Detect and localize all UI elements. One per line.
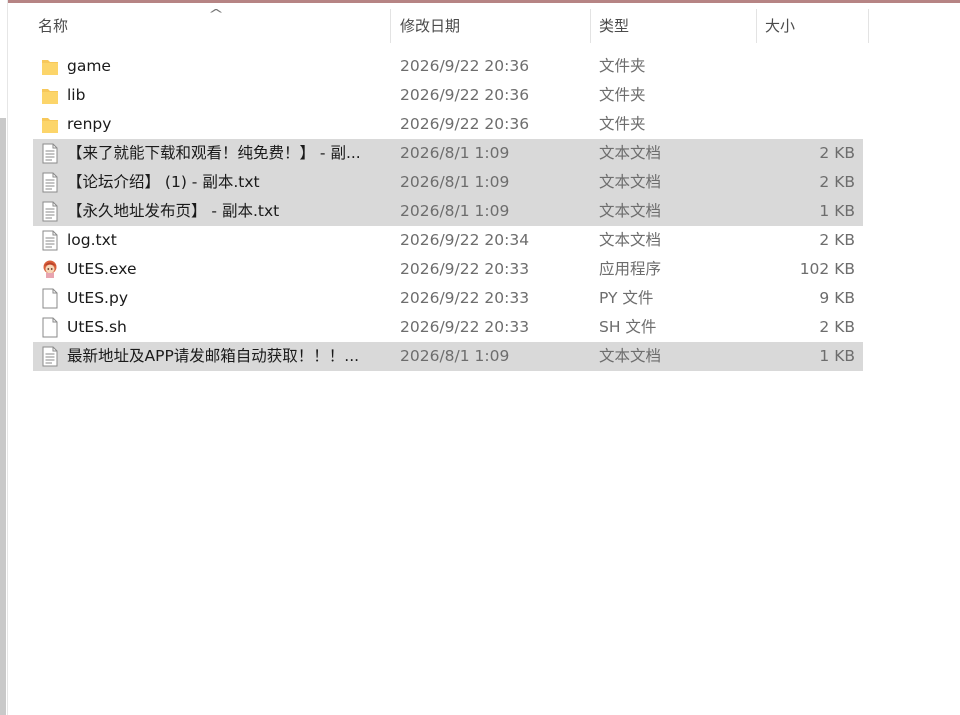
text-file-icon xyxy=(41,230,59,251)
column-header-name[interactable]: 名称 xyxy=(38,3,68,47)
navigation-scrollbar[interactable] xyxy=(0,118,6,715)
file-name: 【永久地址发布页】 - 副本.txt xyxy=(67,202,280,220)
file-name: UtES.sh xyxy=(67,318,127,336)
file-row[interactable]: 【来了就能下载和观看！纯免费！】 - 副... 2026/8/1 1:09 文本文档… xyxy=(33,139,863,168)
app-icon xyxy=(41,259,59,280)
folder-icon xyxy=(41,85,59,106)
file-size: 2 KB xyxy=(819,318,855,336)
file-modified-date: 2026/8/1 1:09 xyxy=(400,202,510,220)
file-size: 2 KB xyxy=(819,231,855,249)
file-size: 1 KB xyxy=(819,347,855,365)
file-row[interactable]: log.txt 2026/9/22 20:34 文本文档 2 KB xyxy=(33,226,863,255)
file-row[interactable]: UtES.py 2026/9/22 20:33 PY 文件 9 KB xyxy=(33,284,863,313)
file-modified-date: 2026/9/22 20:33 xyxy=(400,318,530,336)
text-file-icon xyxy=(41,201,59,222)
file-type: 应用程序 xyxy=(599,260,662,278)
column-header-bar: 名称 ^ 修改日期 类型 大小 xyxy=(7,3,960,47)
file-name: UtES.py xyxy=(67,289,128,307)
file-name: game xyxy=(67,57,111,75)
file-row[interactable]: UtES.exe 2026/9/22 20:33 应用程序 102 KB xyxy=(33,255,863,284)
file-size: 2 KB xyxy=(819,173,855,191)
column-header-size[interactable]: 大小 xyxy=(765,3,795,47)
file-modified-date: 2026/9/22 20:34 xyxy=(400,231,530,249)
file-name: 【来了就能下载和观看！纯免费！】 - 副... xyxy=(67,144,361,162)
file-modified-date: 2026/8/1 1:09 xyxy=(400,144,510,162)
file-type: 文件夹 xyxy=(599,86,646,104)
file-name: lib xyxy=(67,86,86,104)
file-row[interactable]: 最新地址及APP请发邮箱自动获取！！！... 2026/8/1 1:09 文本文档 1… xyxy=(33,342,863,371)
file-type: 文本文档 xyxy=(599,173,662,191)
file-type: 文本文档 xyxy=(599,202,662,220)
file-modified-date: 2026/9/22 20:33 xyxy=(400,289,530,307)
text-file-icon xyxy=(41,172,59,193)
file-modified-date: 2026/8/1 1:09 xyxy=(400,173,510,191)
file-row[interactable]: game 2026/9/22 20:36 文件夹 xyxy=(33,52,863,81)
file-name: 最新地址及APP请发邮箱自动获取！！！... xyxy=(67,347,360,365)
column-divider[interactable] xyxy=(590,9,591,43)
file-row[interactable]: lib 2026/9/22 20:36 文件夹 xyxy=(33,81,863,110)
file-row[interactable]: UtES.sh 2026/9/22 20:33 SH 文件 2 KB xyxy=(33,313,863,342)
file-modified-date: 2026/9/22 20:36 xyxy=(400,115,530,133)
text-file-icon xyxy=(41,143,59,164)
text-file-icon xyxy=(41,346,59,367)
file-type: 文本文档 xyxy=(599,231,662,249)
file-name: 【论坛介绍】 (1) - 副本.txt xyxy=(67,173,260,191)
folder-icon xyxy=(41,114,59,135)
file-name: log.txt xyxy=(67,231,117,249)
file-modified-date: 2026/9/22 20:36 xyxy=(400,86,530,104)
file-modified-date: 2026/9/22 20:36 xyxy=(400,57,530,75)
file-size: 1 KB xyxy=(819,202,855,220)
folder-icon xyxy=(41,56,59,77)
column-header-type[interactable]: 类型 xyxy=(599,3,629,47)
file-type: SH 文件 xyxy=(599,318,657,336)
sort-ascending-icon: ^ xyxy=(207,7,225,21)
column-header-size-label: 大小 xyxy=(765,16,796,35)
file-type: 文件夹 xyxy=(599,57,646,75)
file-type: 文本文档 xyxy=(599,144,662,162)
file-name: UtES.exe xyxy=(67,260,137,278)
file-modified-date: 2026/9/22 20:33 xyxy=(400,260,530,278)
file-modified-date: 2026/8/1 1:09 xyxy=(400,347,510,365)
file-name: renpy xyxy=(67,115,112,133)
file-type: 文本文档 xyxy=(599,347,662,365)
blank-file-icon xyxy=(41,288,59,309)
file-type: 文件夹 xyxy=(599,115,646,133)
column-divider[interactable] xyxy=(390,9,391,43)
file-size: 102 KB xyxy=(799,260,855,278)
column-divider[interactable] xyxy=(868,9,869,43)
file-type: PY 文件 xyxy=(599,289,654,307)
column-header-type-label: 类型 xyxy=(599,16,630,35)
column-header-date-label: 修改日期 xyxy=(400,16,461,35)
blank-file-icon xyxy=(41,317,59,338)
file-size: 9 KB xyxy=(819,289,855,307)
file-row[interactable]: 【论坛介绍】 (1) - 副本.txt 2026/8/1 1:09 文本文档 2 KB xyxy=(33,168,863,197)
column-header-name-label: 名称 xyxy=(38,16,69,35)
file-list: game 2026/9/22 20:36 文件夹 lib 2026/9/22 20:36… xyxy=(33,52,863,371)
column-divider[interactable] xyxy=(756,9,757,43)
file-size: 2 KB xyxy=(819,144,855,162)
file-row[interactable]: renpy 2026/9/22 20:36 文件夹 xyxy=(33,110,863,139)
column-header-date[interactable]: 修改日期 xyxy=(400,3,460,47)
file-row[interactable]: 【永久地址发布页】 - 副本.txt 2026/8/1 1:09 文本文档 1 KB xyxy=(33,197,863,226)
